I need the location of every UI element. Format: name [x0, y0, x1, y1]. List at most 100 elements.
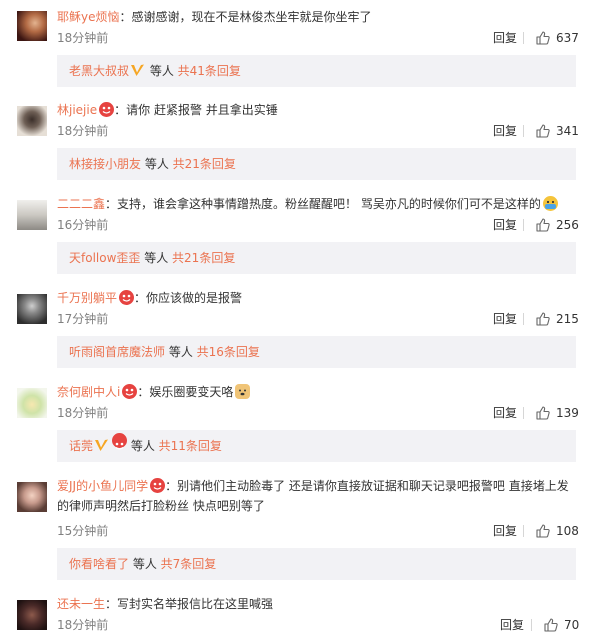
- divider: [523, 219, 524, 231]
- reply-summary-user[interactable]: 林接接小朋友: [69, 157, 141, 171]
- like-count: 341: [556, 124, 579, 138]
- emoji-icon: [119, 290, 135, 305]
- comment-text: 娱乐圈要变天咯: [149, 385, 234, 399]
- like-button[interactable]: 215: [536, 311, 579, 327]
- vip-badge-icon: [130, 57, 145, 76]
- thumbs-up-icon: [536, 524, 550, 538]
- comment-separator: ：: [105, 197, 118, 211]
- avatar[interactable]: [17, 200, 47, 230]
- emoji-icon: [542, 196, 558, 211]
- reply-count-link[interactable]: 共16条回复: [197, 345, 260, 359]
- emoji-icon: [99, 102, 115, 117]
- like-count: 256: [556, 218, 579, 232]
- reply-summary-user[interactable]: 话莞: [69, 439, 93, 453]
- comment-separator: ：: [134, 291, 147, 305]
- avatar[interactable]: [17, 11, 47, 41]
- divider: [523, 313, 524, 325]
- reply-summary-user[interactable]: 老黑大叔叔: [69, 64, 129, 78]
- like-count: 139: [556, 406, 579, 420]
- reply-button[interactable]: 回复: [493, 30, 517, 46]
- like-button[interactable]: 341: [536, 123, 579, 139]
- like-count: 215: [556, 312, 579, 326]
- avatar[interactable]: [17, 482, 47, 512]
- like-button[interactable]: 70: [544, 617, 579, 633]
- reply-summary-text: 等人: [141, 157, 173, 171]
- like-count: 637: [556, 31, 579, 45]
- reply-summary[interactable]: 话莞 等人 共11条回复: [57, 430, 576, 462]
- comment-username[interactable]: 耶稣ye烦恼: [57, 10, 120, 24]
- reply-summary[interactable]: 天follow歪歪 等人 共21条回复: [57, 242, 576, 274]
- avatar[interactable]: [17, 600, 47, 630]
- divider: [523, 407, 524, 419]
- comment-line: 耶稣ye烦恼：感谢感谢，现在不是林俊杰坐牢就是你坐牢了: [57, 7, 580, 27]
- reply-count-link[interactable]: 共21条回复: [172, 251, 235, 265]
- comment-text: 你应该做的是报警: [146, 291, 243, 305]
- emoji-icon: [112, 433, 128, 450]
- comment-text: 感谢感谢，现在不是林俊杰坐牢就是你坐牢了: [131, 10, 372, 24]
- reply-summary-text: 等人: [140, 251, 173, 265]
- reply-summary-user[interactable]: 你看啥看了: [69, 557, 129, 571]
- comment-line: 爱JJ的小鱼儿同学 ：别请他们主动脸毒了 还是请你直接放证据和聊天记录吧报警吧 直…: [57, 476, 580, 516]
- reply-summary-user[interactable]: 天follow歪歪: [69, 251, 140, 265]
- comment-time: 15分钟前: [57, 524, 109, 538]
- comment-time: 18分钟前: [57, 31, 109, 45]
- reply-summary-user[interactable]: 听雨阁首席魔法师: [69, 345, 165, 359]
- comment-line: 千万别躺平 ：你应该做的是报警: [57, 288, 580, 308]
- reply-count-link[interactable]: 共41条回复: [178, 64, 241, 78]
- avatar[interactable]: [17, 106, 47, 136]
- comment-username[interactable]: 千万别躺平: [57, 291, 117, 305]
- comment-username[interactable]: 奈何剧中人i: [57, 385, 120, 399]
- comment-username[interactable]: 二二二鑫: [57, 197, 105, 211]
- comment-time: 16分钟前: [57, 218, 109, 232]
- thumbs-up-icon: [536, 218, 550, 232]
- comment-username[interactable]: 还未一生: [57, 597, 105, 611]
- thumbs-up-icon: [536, 124, 550, 138]
- avatar[interactable]: [17, 294, 47, 324]
- reply-button[interactable]: 回复: [493, 405, 517, 421]
- thumbs-up-icon: [544, 618, 558, 632]
- avatar[interactable]: [17, 388, 47, 418]
- reply-summary[interactable]: 你看啥看了 等人 共7条回复: [57, 548, 576, 580]
- reply-button[interactable]: 回复: [493, 311, 517, 327]
- divider: [523, 32, 524, 44]
- divider: [523, 125, 524, 137]
- comment-time: 18分钟前: [57, 618, 109, 632]
- divider: [531, 619, 532, 631]
- reply-summary[interactable]: 老黑大叔叔 等人 共41条回复: [57, 55, 576, 87]
- comment-separator: ：: [165, 479, 178, 493]
- reply-button[interactable]: 回复: [493, 523, 517, 539]
- like-button[interactable]: 637: [536, 30, 579, 46]
- reply-count-link[interactable]: 共11条回复: [159, 439, 222, 453]
- thumbs-up-icon: [536, 31, 550, 45]
- reply-summary[interactable]: 听雨阁首席魔法师 等人 共16条回复: [57, 336, 576, 368]
- comment-time: 17分钟前: [57, 312, 109, 326]
- emoji-icon: [122, 384, 138, 399]
- reply-button[interactable]: 回复: [500, 617, 524, 633]
- like-button[interactable]: 108: [536, 523, 579, 539]
- reply-button[interactable]: 回复: [493, 123, 517, 139]
- reply-count-link[interactable]: 共7条回复: [161, 557, 217, 571]
- comment-time: 18分钟前: [57, 124, 109, 138]
- comment-separator: ：: [137, 385, 150, 399]
- doge-emoji-icon: [235, 384, 251, 399]
- reply-button[interactable]: 回复: [493, 217, 517, 233]
- like-button[interactable]: 256: [536, 217, 579, 233]
- comment-separator: ：: [114, 103, 127, 117]
- reply-summary[interactable]: 林接接小朋友 等人 共21条回复: [57, 148, 576, 180]
- comment-text: 支持，谁会拿这种事情蹭热度。粉丝醒醒吧！ 骂吴亦凡的时候你们可不是这样的: [117, 197, 541, 211]
- reply-count-link[interactable]: 共21条回复: [173, 157, 236, 171]
- reply-summary-text: 等人: [129, 557, 161, 571]
- like-button[interactable]: 139: [536, 405, 579, 421]
- comment-line: 林jiejie ：请你 赶紧报警 并且拿出实锤: [57, 100, 580, 120]
- reply-summary-text: 等人: [146, 64, 178, 78]
- comment-separator: ：: [105, 597, 118, 611]
- comment-feed: 耶稣ye烦恼：感谢感谢，现在不是林俊杰坐牢就是你坐牢了 18分钟前 回复 637…: [0, 0, 594, 642]
- emoji-icon: [150, 478, 166, 493]
- thumbs-up-icon: [536, 312, 550, 326]
- comment-line: 奈何剧中人i ：娱乐圈要变天咯: [57, 382, 580, 402]
- comment-username[interactable]: 爱JJ的小鱼儿同学: [57, 479, 148, 493]
- comment-username[interactable]: 林jiejie: [57, 103, 97, 117]
- like-count: 70: [564, 618, 580, 632]
- comment-line: 二二二鑫：支持，谁会拿这种事情蹭热度。粉丝醒醒吧！ 骂吴亦凡的时候你们可不是这样…: [57, 194, 580, 214]
- comment-separator: ：: [119, 10, 132, 24]
